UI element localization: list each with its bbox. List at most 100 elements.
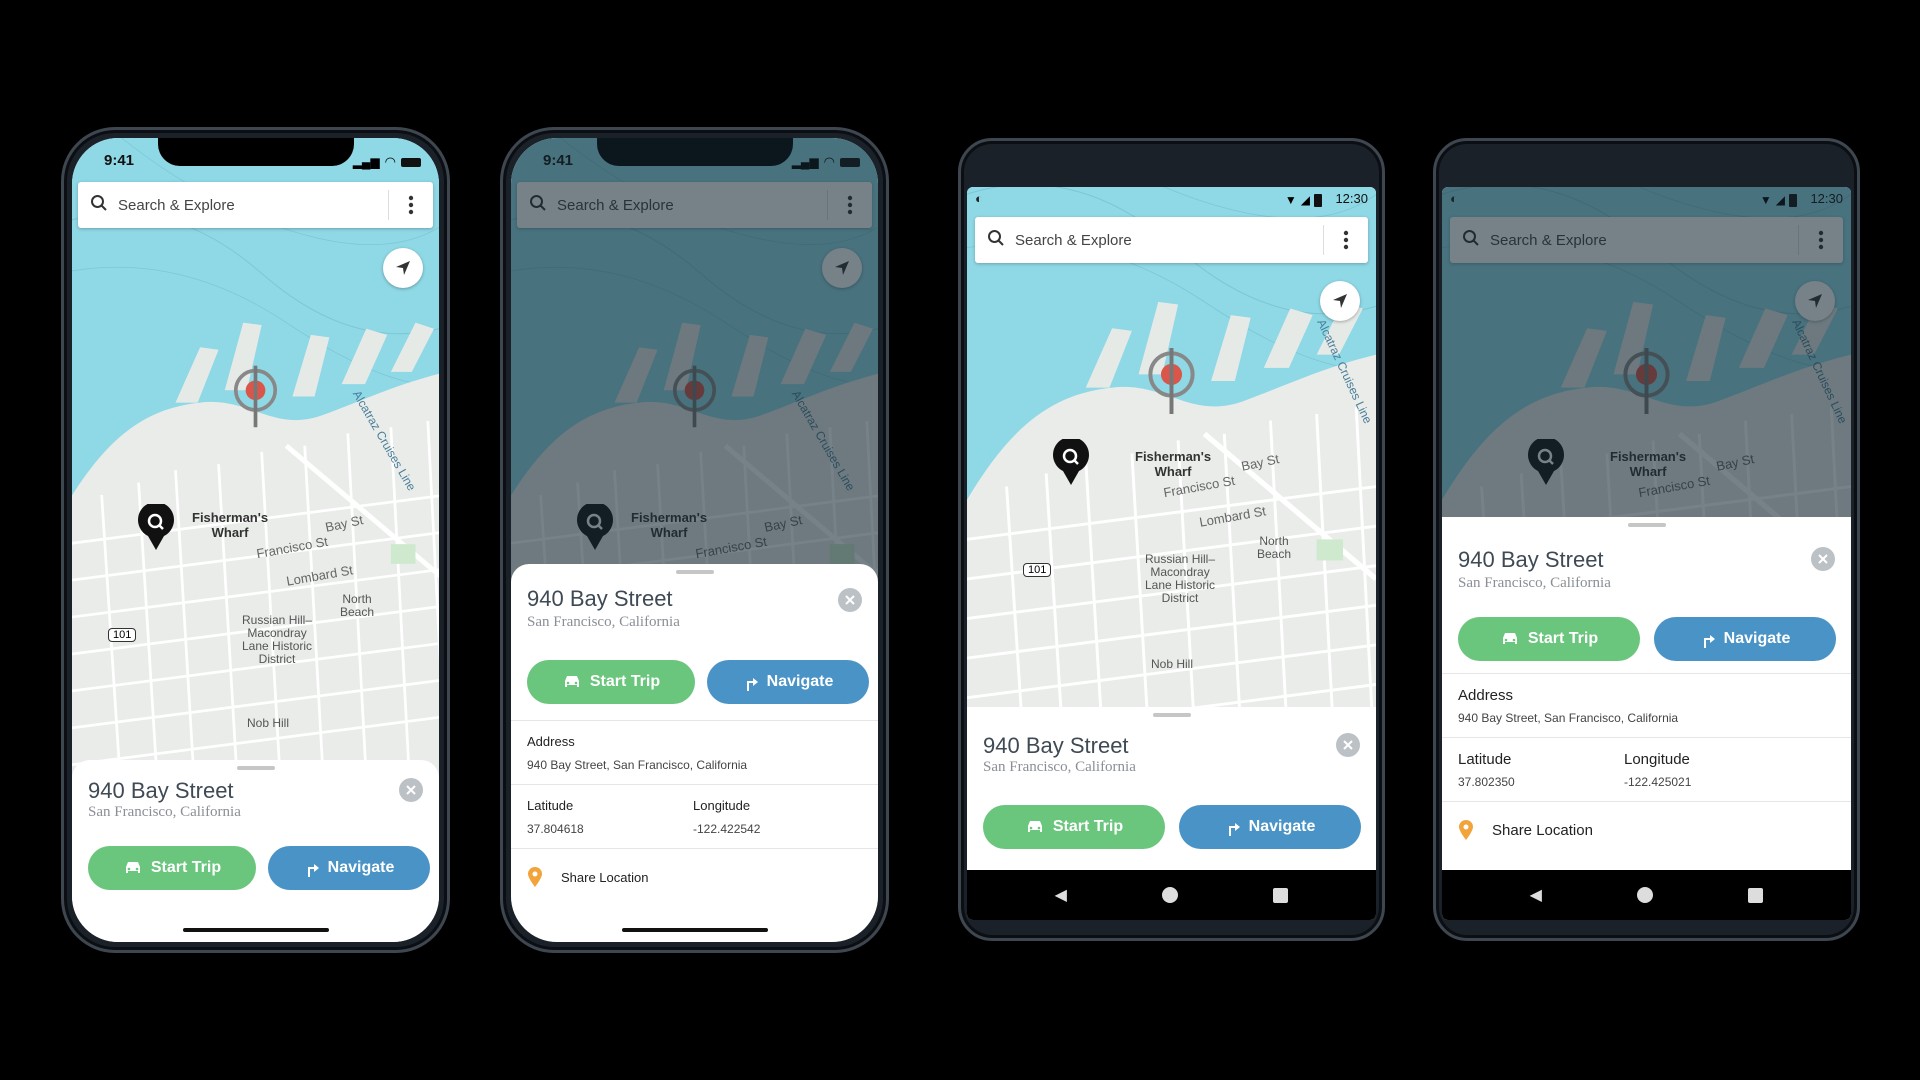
- more-menu-icon[interactable]: [1324, 230, 1368, 250]
- longitude-label: Longitude: [1624, 751, 1690, 768]
- place-title: 940 Bay Street: [1458, 547, 1604, 572]
- directions-icon: [1703, 635, 1715, 648]
- navigate-button[interactable]: Navigate: [707, 660, 869, 704]
- magnifier-icon: [1053, 436, 1089, 485]
- battery-icon: [1314, 193, 1322, 207]
- screen: 9:41 ▂▄▆ ◠ Search & Explore Fisherman'sW…: [72, 138, 439, 942]
- map-label-wharf: Fisherman'sWharf: [1135, 449, 1212, 479]
- search-pin[interactable]: [136, 501, 176, 552]
- search-bar[interactable]: Search & Explore: [975, 217, 1368, 263]
- screen: ◐ ▼ ◢ 12:30 Search & Explore Fisherm: [1442, 187, 1851, 920]
- place-sheet: 940 Bay Street San Francisco, California…: [72, 760, 439, 942]
- sheet-handle[interactable]: [675, 570, 714, 574]
- start-trip-button[interactable]: Start Trip: [527, 660, 695, 704]
- place-subtitle: San Francisco, California: [1458, 575, 1611, 591]
- phone-ios-expanded: 9:41 ▂▄▆ ◠ Search & Explore Fisherman'sW…: [500, 127, 889, 953]
- search-icon: [90, 194, 108, 217]
- longitude-value: -122.425021: [1624, 775, 1692, 789]
- share-location-row[interactable]: Share Location: [1458, 819, 1593, 841]
- close-button[interactable]: [399, 778, 423, 802]
- map-canvas[interactable]: [967, 187, 1376, 707]
- navigate-label: Navigate: [1248, 818, 1316, 835]
- place-title: 940 Bay Street: [527, 586, 673, 611]
- location-arrow-icon: [1333, 294, 1347, 308]
- place-title: 940 Bay Street: [983, 733, 1129, 758]
- latitude-label: Latitude: [1458, 751, 1512, 768]
- search-input[interactable]: Search & Explore: [1015, 232, 1323, 249]
- latitude-label: Latitude: [527, 798, 574, 813]
- map-label-nob-hill: Nob Hill: [247, 716, 290, 730]
- phone-android-compact: ◐ ▼ ◢ 12:30 Search & Explore Fisherman's…: [958, 138, 1385, 941]
- recents-icon[interactable]: [1273, 887, 1289, 903]
- navigate-button[interactable]: Navigate: [1179, 805, 1361, 849]
- my-location-button[interactable]: [383, 248, 423, 288]
- recents-icon[interactable]: [1748, 887, 1764, 903]
- car-icon: [1027, 821, 1042, 832]
- screen: 9:41 ▂▄▆ ◠ Search & Explore Fisherman'sW…: [511, 138, 878, 942]
- sheet-handle[interactable]: [1152, 713, 1191, 717]
- back-icon[interactable]: ◀: [1530, 885, 1542, 905]
- magnifier-icon: [138, 501, 174, 550]
- map-view[interactable]: [72, 138, 439, 778]
- divider: [1442, 737, 1851, 738]
- car-icon: [564, 676, 579, 687]
- status-icons: ▂▄▆ ◠: [353, 154, 421, 170]
- location-arrow-icon: [396, 261, 410, 275]
- place-title: 940 Bay Street: [88, 778, 234, 803]
- sheet-handle[interactable]: [1627, 523, 1666, 527]
- location-pin-icon: [1459, 820, 1473, 840]
- back-icon[interactable]: ◀: [1055, 885, 1067, 905]
- search-input[interactable]: Search & Explore: [118, 197, 388, 214]
- map-label-russian-hill: Russian Hill– Macondray Lane Historic Distr…: [242, 613, 313, 666]
- sheet-handle[interactable]: [236, 766, 275, 770]
- map-view[interactable]: [967, 187, 1376, 707]
- navigate-button[interactable]: Navigate: [268, 846, 430, 890]
- car-icon: [1502, 633, 1517, 644]
- my-location-button[interactable]: [1320, 281, 1360, 321]
- start-trip-label: Start Trip: [150, 859, 222, 876]
- close-button[interactable]: [838, 588, 862, 612]
- car-icon: [125, 862, 140, 873]
- search-bar[interactable]: Search & Explore: [78, 182, 433, 228]
- wifi-icon: ▼: [1284, 193, 1297, 207]
- address-value: 940 Bay Street, San Francisco, Californi…: [1458, 711, 1679, 725]
- home-indicator[interactable]: [182, 928, 329, 932]
- screen: ◐ ▼ ◢ 12:30 Search & Explore Fisherm: [967, 187, 1376, 920]
- wifi-icon: ◠: [384, 154, 396, 169]
- navigate-label: Navigate: [1723, 630, 1791, 647]
- place-sheet: 940 Bay Street San Francisco, California…: [511, 564, 878, 942]
- divider: [511, 848, 878, 849]
- longitude-label: Longitude: [693, 798, 751, 813]
- directions-icon: [1228, 823, 1240, 836]
- close-button[interactable]: [1336, 733, 1360, 757]
- android-nav-bar: ◀: [967, 870, 1376, 920]
- start-trip-button[interactable]: Start Trip: [88, 846, 256, 890]
- share-location-row[interactable]: Share Location: [527, 866, 648, 888]
- longitude-value: -122.422542: [693, 822, 761, 836]
- divider: [1442, 673, 1851, 674]
- app-logo-icon: ◐: [975, 191, 983, 206]
- search-pin[interactable]: [1051, 436, 1091, 487]
- android-nav-bar: ◀: [1442, 870, 1851, 920]
- home-icon[interactable]: [1162, 887, 1179, 903]
- share-location-label: Share Location: [1492, 821, 1593, 839]
- status-icons: ▼ ◢: [1285, 193, 1322, 207]
- navigate-label: Navigate: [766, 673, 834, 690]
- start-trip-button[interactable]: Start Trip: [983, 805, 1165, 849]
- more-menu-icon[interactable]: [389, 195, 433, 215]
- place-subtitle: San Francisco, California: [88, 804, 241, 820]
- battery-icon: [401, 157, 421, 167]
- divider: [1442, 801, 1851, 802]
- status-time: 9:41: [104, 152, 135, 169]
- phone-android-expanded: ◐ ▼ ◢ 12:30 Search & Explore Fisherm: [1433, 138, 1860, 941]
- start-trip-button[interactable]: Start Trip: [1458, 617, 1640, 661]
- home-indicator[interactable]: [621, 928, 768, 932]
- route-shield: 101: [108, 628, 137, 642]
- navigate-button[interactable]: Navigate: [1654, 617, 1836, 661]
- status-bar: 9:41 ▂▄▆ ◠: [72, 138, 439, 182]
- map-scrim[interactable]: [1442, 187, 1851, 517]
- place-sheet: 940 Bay Street San Francisco, California…: [967, 707, 1376, 870]
- map-canvas[interactable]: [72, 138, 439, 778]
- close-button[interactable]: [1811, 547, 1835, 571]
- home-icon[interactable]: [1637, 887, 1654, 903]
